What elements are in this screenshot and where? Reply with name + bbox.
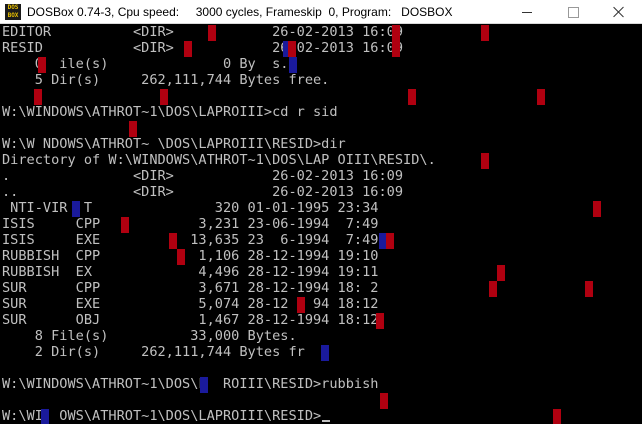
close-icon: [613, 6, 625, 18]
terminal-line: EDITOR <DIR> 26-02-2013 16:09: [2, 24, 404, 40]
render-artifact: [184, 41, 192, 57]
render-artifact: [392, 25, 400, 41]
render-artifact: [376, 313, 384, 329]
render-artifact: [489, 281, 497, 297]
render-artifact: [41, 409, 49, 424]
render-artifact: [160, 89, 168, 105]
terminal-line: RUBBISH CPP 1,106 28-12-1994 19:10: [2, 248, 379, 264]
dosbox-icon[interactable]: DOS BOX: [5, 4, 21, 20]
render-artifact: [121, 217, 129, 233]
title-bar[interactable]: DOS BOX DOSBox 0.74-3, Cpu speed: 3000 c…: [0, 0, 642, 24]
terminal-line: SUR OBJ 1,467 28-12-1994 18:12: [2, 312, 379, 328]
terminal-line: W:\WI OWS\ATHROT~1\DOS\LAPROIII\RESID>: [2, 408, 436, 424]
render-artifact: [38, 57, 46, 73]
text-cursor: [322, 420, 331, 422]
terminal-line: RESID <DIR> 26-02-2013 16:09: [2, 40, 404, 56]
terminal-line: W:\WINDOWS\ATHROT~1\DOS\L ROIII\RESID>ru…: [2, 376, 379, 392]
maximize-button[interactable]: [550, 0, 596, 24]
terminal-line: ISIS CPP 3,231 23-06-1994 7:49: [2, 216, 379, 232]
render-artifact: [169, 233, 177, 249]
minimize-icon: [522, 11, 532, 13]
terminal-line: .. <DIR> 26-02-2013 16:09: [2, 184, 404, 200]
window-title: DOSBox 0.74-3, Cpu speed: 3000 cycles, F…: [27, 5, 453, 19]
terminal-line: 5 Dir(s) 262,111,744 Bytes free.: [2, 72, 330, 88]
render-artifact: [585, 281, 593, 297]
render-artifact: [288, 41, 296, 57]
render-artifact: [129, 121, 137, 137]
terminal-line: 8 File(s) 33,000 Bytes.: [2, 328, 297, 344]
render-artifact: [208, 25, 216, 41]
render-artifact: [177, 249, 185, 265]
terminal-line: SUR EXE 5,074 28-12 94 18:12: [2, 296, 379, 312]
terminal-output: EDITOR <DIR> 26-02-2013 16:09 RESID <DIR>…: [2, 24, 436, 424]
terminal-line: ISIS EXE 13,635 23 6-1994 7:49: [2, 232, 379, 248]
render-artifact: [321, 345, 329, 361]
render-artifact: [34, 89, 42, 105]
terminal-line: W:\W NDOWS\ATHROT~ \DOS\LAPROIII\RESID>d…: [2, 136, 346, 152]
close-button[interactable]: [596, 0, 642, 24]
render-artifact: [297, 297, 305, 313]
render-artifact: [593, 201, 601, 217]
render-artifact: [386, 233, 394, 249]
render-artifact: [200, 377, 208, 393]
render-artifact: [537, 89, 545, 105]
render-artifact: [481, 153, 489, 169]
terminal-line: SUR CPP 3,671 28-12-1994 18: 2: [2, 280, 379, 296]
dos-screen[interactable]: EDITOR <DIR> 26-02-2013 16:09 RESID <DIR>…: [0, 24, 642, 424]
render-artifact: [392, 41, 400, 57]
terminal-line: NTI-VIR T 320 01-01-1995 23:34: [2, 200, 379, 216]
terminal-line: RUBBISH EX 4,496 28-12-1994 19:11: [2, 264, 379, 280]
terminal-line: Directory of W:\WINDOWS\ATHROT~1\DOS\LAP…: [2, 152, 436, 168]
render-artifact: [497, 265, 505, 281]
render-artifact: [408, 89, 416, 105]
terminal-line: W:\WINDOWS\ATHROT~1\DOS\LAPROIII>cd r si…: [2, 104, 338, 120]
render-artifact: [481, 25, 489, 41]
render-artifact: [289, 57, 297, 73]
terminal-line: 0 ile(s) 0 By s.: [2, 56, 289, 72]
minimize-button[interactable]: [504, 0, 550, 24]
render-artifact: [72, 201, 80, 217]
terminal-line: . <DIR> 26-02-2013 16:09: [2, 168, 404, 184]
render-artifact: [553, 409, 561, 424]
dosbox-window: DOS BOX DOSBox 0.74-3, Cpu speed: 3000 c…: [0, 0, 642, 424]
terminal-line: 2 Dir(s) 262,111,744 Bytes fr .: [2, 344, 330, 360]
render-artifact: [380, 393, 388, 409]
maximize-icon: [567, 6, 579, 18]
